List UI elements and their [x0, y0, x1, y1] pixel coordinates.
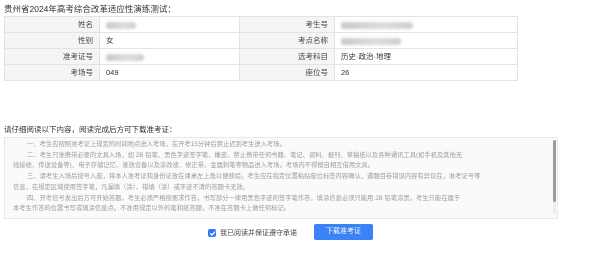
- admission-ticket-page: 贵州省2024年高考综合改革适应性演练测试： 姓名 考生号 性别 女 考点名称 …: [0, 0, 590, 254]
- exam-no-label: 考生号: [239, 16, 335, 33]
- agree-row[interactable]: 我已阅读并保证遵守承诺: [208, 228, 297, 238]
- check-icon: [209, 230, 215, 236]
- room-no-value: 049: [99, 64, 240, 81]
- notice-paragraph: 三、请考生入场后按号入座，将本人准考证和身份证放在课桌左上角以便核验。考生应在指…: [27, 173, 481, 181]
- name-value: [99, 16, 240, 33]
- notice-paragraph: 信息，在规定区域使用签字笔，凡漏填（涂）、错填（涂）或字迹不清的答题卡无效。: [13, 183, 250, 191]
- notice-box: 一、考生应按照准考证上规定的时间地点进入考场，在开考15分钟后禁止迟到考生进入考…: [4, 137, 558, 219]
- notice-paragraph: 二、考生只准携带必要的文具入场，如 2B 铅笔、黑色字迹签字笔、橡皮。禁止携带任…: [27, 151, 463, 159]
- table-row: 性别 女 考点名称: [4, 32, 518, 49]
- name-label: 姓名: [4, 16, 100, 33]
- redacted-admission-no: [106, 53, 144, 61]
- seat-no-label: 座位号: [239, 64, 335, 81]
- table-row: 考场号 049 座位号 26: [4, 64, 518, 81]
- subject-value: 历史·政治·地理: [334, 48, 518, 65]
- redacted-site-name: [341, 37, 401, 45]
- admission-no-value: [99, 48, 240, 65]
- redacted-name: [106, 21, 136, 29]
- notice-heading: 请仔细阅读以下内容，阅读完成后方可下载准考证：: [4, 125, 177, 134]
- notice-scrollbar[interactable]: [553, 140, 556, 214]
- scrollbar-thumb[interactable]: [553, 140, 556, 202]
- site-name-label: 考点名称: [239, 32, 335, 49]
- gender-value: 女: [99, 32, 240, 49]
- notice-paragraph: 四、开考信号发出后方可开始答题。考生必须严格按要求作答，书写部分一律用黑色字迹的…: [27, 194, 461, 202]
- agree-label: 我已阅读并保证遵守承诺: [220, 230, 297, 237]
- site-name-value: [334, 32, 518, 49]
- table-row: 姓名 考生号: [4, 16, 518, 33]
- notice-paragraph: 本考生作答的位置书写或填涂信息点。不准用规定以外的笔和纸答题，不准在答题卡上做任…: [13, 205, 291, 213]
- room-no-label: 考场号: [4, 64, 100, 81]
- gender-label: 性别: [4, 32, 100, 49]
- agree-checkbox[interactable]: [208, 229, 216, 237]
- download-ticket-button[interactable]: 下载准考证: [314, 224, 373, 240]
- notice-paragraph: 线接收、传送设备等)、电子存储记忆、录放设备以及涂改液、修正带、金属刺笔等物品进…: [13, 162, 375, 170]
- table-row: 准考证号 选考科目 历史·政治·地理: [4, 48, 518, 65]
- notice-paragraph: 一、考生应按照准考证上规定的时间地点进入考场，在开考15分钟后禁止迟到考生进入考…: [27, 141, 286, 148]
- page-title: 贵州省2024年高考综合改革适应性演练测试：: [4, 4, 176, 14]
- candidate-info-table: 姓名 考生号 性别 女 考点名称 准考证号 选考科目 历史·政治·地理 考场号 …: [4, 16, 518, 81]
- exam-no-value: [334, 16, 518, 33]
- notice-text: 一、考生应按照准考证上规定的时间地点进入考场，在开考15分钟后禁止迟到考生进入考…: [5, 138, 557, 215]
- admission-no-label: 准考证号: [4, 48, 100, 65]
- seat-no-value: 26: [334, 64, 518, 81]
- redacted-exam-no: [341, 21, 413, 29]
- subject-label: 选考科目: [239, 48, 335, 65]
